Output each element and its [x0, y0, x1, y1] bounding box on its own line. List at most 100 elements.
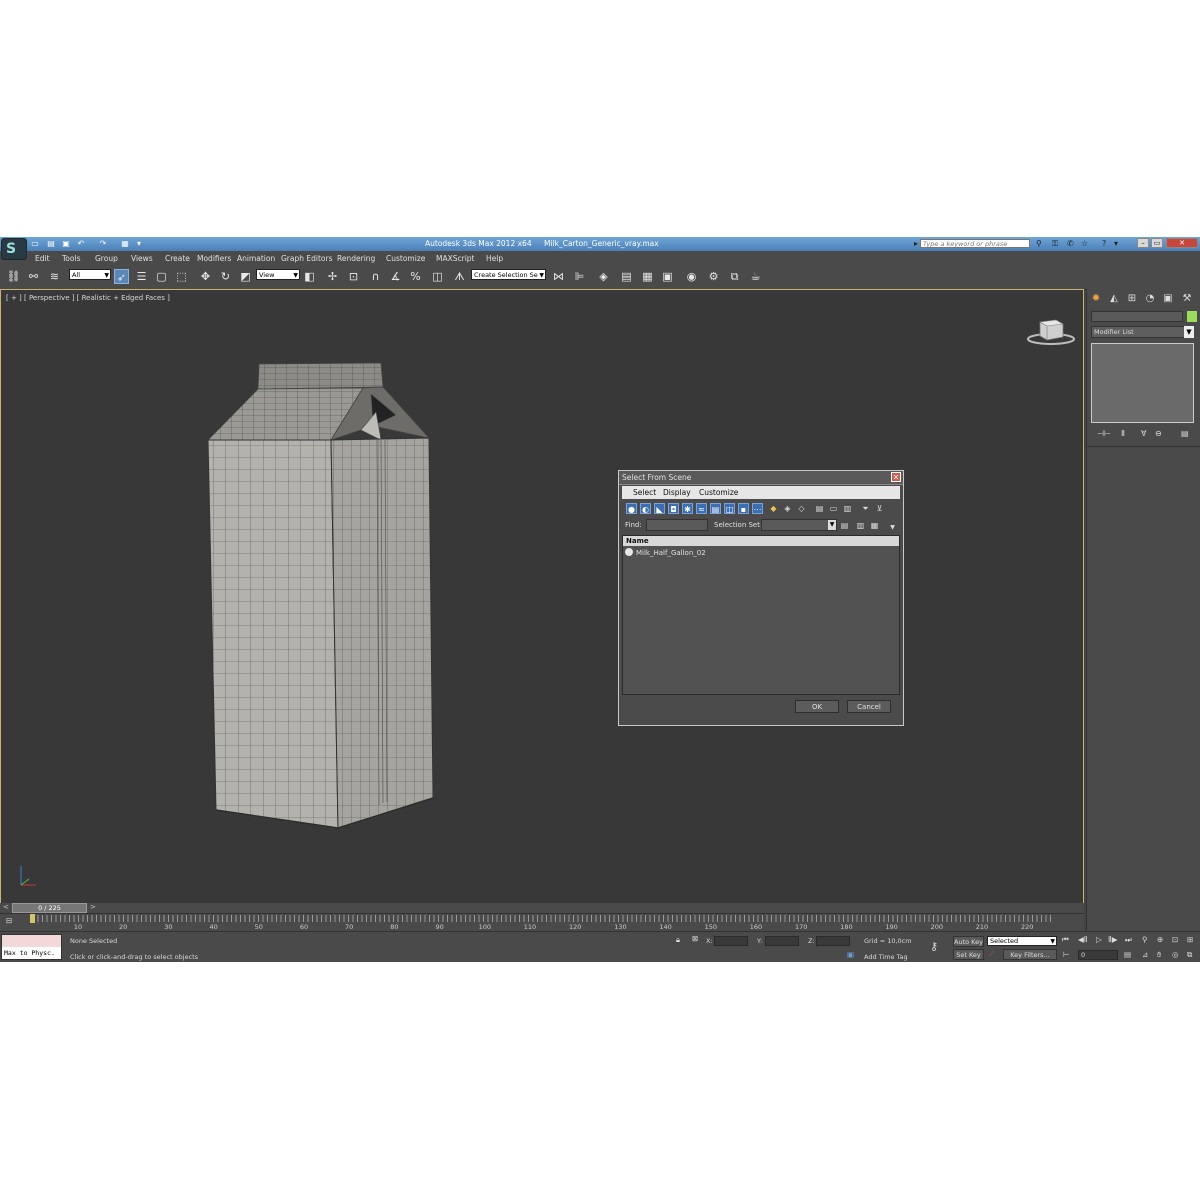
- object-name-field[interactable]: [1091, 311, 1183, 322]
- display-tab-icon[interactable]: ▣: [1161, 292, 1175, 306]
- track-bar[interactable]: ⊟ 10 20 30 40 50 60 70 80 90 100 110 120 130 140 150 16…: [0, 913, 1084, 932]
- dialog-menu-customize[interactable]: Customize: [699, 488, 738, 497]
- curve-editor-icon[interactable]: ▦: [640, 269, 655, 284]
- help-icon[interactable]: ?: [1102, 239, 1106, 248]
- configure-modifier-sets-icon[interactable]: ▤: [1181, 429, 1189, 438]
- menu-customize[interactable]: Customize: [386, 254, 425, 263]
- maxscript-output[interactable]: [2, 935, 61, 947]
- time-slider-knob[interactable]: 0 / 225: [12, 903, 87, 913]
- z-coord-field[interactable]: [816, 936, 850, 946]
- show-end-result-icon[interactable]: Ⅱ: [1121, 429, 1125, 438]
- make-unique-icon[interactable]: ∀: [1141, 429, 1146, 438]
- display-containers-icon[interactable]: ⋯: [752, 503, 763, 514]
- redo-icon[interactable]: ↷: [98, 239, 108, 248]
- graphite-tools-icon[interactable]: ▤: [619, 269, 634, 284]
- chevron-down-icon[interactable]: ▼: [1184, 326, 1194, 338]
- modifier-list-dropdown[interactable]: Modifier List: [1091, 326, 1193, 338]
- zoom-all-icon[interactable]: ⊕: [1157, 935, 1163, 944]
- select-by-name-icon[interactable]: ☰: [134, 269, 149, 284]
- close-button[interactable]: ✕: [1166, 238, 1198, 248]
- snaps-toggle-icon[interactable]: ∩: [368, 269, 383, 284]
- display-xrefs-icon[interactable]: ◫: [724, 503, 735, 514]
- find-input[interactable]: [646, 519, 708, 531]
- minimize-button[interactable]: –: [1137, 238, 1149, 248]
- x-coord-field[interactable]: [714, 936, 748, 946]
- next-frame-icon[interactable]: Ⅱ▶: [1108, 935, 1117, 944]
- maxscript-input[interactable]: Max to Physc.: [2, 947, 61, 959]
- menu-help[interactable]: Help: [486, 254, 503, 263]
- menu-create[interactable]: Create: [165, 254, 190, 263]
- maximize-button[interactable]: ▭: [1151, 238, 1163, 248]
- motion-tab-icon[interactable]: ◔: [1143, 292, 1157, 306]
- maxscript-mini-listener[interactable]: Max to Physc.: [1, 934, 62, 960]
- display-groups-icon[interactable]: ▤: [710, 503, 721, 514]
- new-file-icon[interactable]: ▭: [30, 239, 40, 248]
- material-editor-icon[interactable]: ◉: [684, 269, 699, 284]
- display-geometry-icon[interactable]: ●: [626, 503, 637, 514]
- zoom-extents-all-icon[interactable]: ⊞: [1187, 935, 1193, 944]
- select-object-icon[interactable]: ➶: [114, 269, 129, 284]
- cancel-button[interactable]: Cancel: [847, 700, 891, 713]
- y-coord-field[interactable]: [765, 936, 799, 946]
- display-spacewarps-icon[interactable]: ≈: [696, 503, 707, 514]
- select-and-scale-icon[interactable]: ◩: [238, 269, 253, 284]
- field-of-view-icon[interactable]: ⊿: [1142, 950, 1148, 959]
- bind-space-warp-icon[interactable]: ≋: [47, 269, 62, 284]
- add-time-tag[interactable]: Add Time Tag: [864, 953, 908, 961]
- sync-selection-icon[interactable]: ⊻: [874, 503, 885, 514]
- zoom-extents-icon[interactable]: ⊡: [1172, 935, 1178, 944]
- menu-maxscript[interactable]: MAXScript: [436, 254, 475, 263]
- name-column-header[interactable]: Name: [623, 536, 899, 546]
- select-and-move-icon[interactable]: ✥: [198, 269, 213, 284]
- render-production-icon[interactable]: ☕: [748, 269, 763, 284]
- time-configuration-icon[interactable]: ▤: [1124, 950, 1131, 959]
- scene-object-list[interactable]: Name Milk_Half_Gallon_02: [622, 535, 900, 695]
- display-children-icon[interactable]: ◆: [768, 503, 779, 514]
- select-none-icon[interactable]: ▭: [828, 503, 839, 514]
- mini-curve-editor-icon[interactable]: ⊟: [6, 916, 12, 925]
- current-frame-field[interactable]: 0: [1078, 950, 1118, 960]
- ok-button[interactable]: OK: [795, 700, 839, 713]
- menu-animation[interactable]: Animation: [237, 254, 275, 263]
- display-lights-icon[interactable]: ◣: [654, 503, 665, 514]
- key-filters-button[interactable]: Key Filters...: [1003, 949, 1057, 960]
- dialog-close-button[interactable]: ✕: [891, 472, 901, 482]
- menu-modifiers[interactable]: Modifiers: [197, 254, 231, 263]
- rendered-frame-window-icon[interactable]: ⧉: [727, 269, 742, 284]
- display-helpers-icon[interactable]: ✱: [682, 503, 693, 514]
- project-folder-icon[interactable]: ▦: [120, 239, 130, 248]
- object-color-swatch[interactable]: [1187, 311, 1197, 322]
- add-to-selection-set-icon[interactable]: ▥: [855, 520, 866, 531]
- set-keys-icon[interactable]: ⟋: [989, 949, 994, 959]
- utilities-tab-icon[interactable]: ⚒: [1180, 292, 1194, 306]
- key-mode-dropdown[interactable]: Selected ▼: [987, 936, 1057, 946]
- select-and-rotate-icon[interactable]: ↻: [218, 269, 233, 284]
- menu-views[interactable]: Views: [131, 254, 153, 263]
- display-bones-icon[interactable]: ▪: [738, 503, 749, 514]
- angle-snap-icon[interactable]: ∡: [388, 269, 403, 284]
- viewcube-icon[interactable]: [1026, 316, 1076, 346]
- percent-snap-icon[interactable]: %: [408, 269, 423, 284]
- display-cameras-icon[interactable]: ◘: [668, 503, 679, 514]
- menu-group[interactable]: Group: [95, 254, 118, 263]
- app-logo-icon[interactable]: S: [1, 238, 27, 260]
- pin-stack-icon[interactable]: ⊣⊢: [1097, 429, 1111, 438]
- subscription-icon[interactable]: ⚿: [1052, 239, 1058, 249]
- absolute-mode-icon[interactable]: ⊠: [692, 934, 698, 943]
- unlink-icon[interactable]: ⚯: [26, 269, 41, 284]
- menu-tools[interactable]: Tools: [62, 254, 80, 263]
- remove-from-selection-set-icon[interactable]: ▦: [869, 520, 880, 531]
- open-file-icon[interactable]: ▤: [46, 239, 56, 248]
- render-setup-icon[interactable]: ⚙: [706, 269, 721, 284]
- dialog-title-bar[interactable]: Select From Scene ✕: [619, 471, 903, 485]
- display-dependents-icon[interactable]: ◇: [796, 503, 807, 514]
- play-icon[interactable]: ▷: [1096, 935, 1102, 944]
- named-selection-dropdown[interactable]: Create Selection Se ▼: [471, 269, 546, 280]
- display-influences-icon[interactable]: ◈: [782, 503, 793, 514]
- select-and-manipulate-icon[interactable]: ✢: [325, 269, 340, 284]
- dialog-menu-select[interactable]: Select: [633, 488, 656, 497]
- edit-named-selection-icon[interactable]: ᗑ: [452, 269, 467, 284]
- zoom-icon[interactable]: ⚲: [1142, 935, 1148, 944]
- go-to-end-icon[interactable]: ⏭: [1125, 935, 1132, 945]
- layer-manager-icon[interactable]: ◈: [596, 269, 611, 284]
